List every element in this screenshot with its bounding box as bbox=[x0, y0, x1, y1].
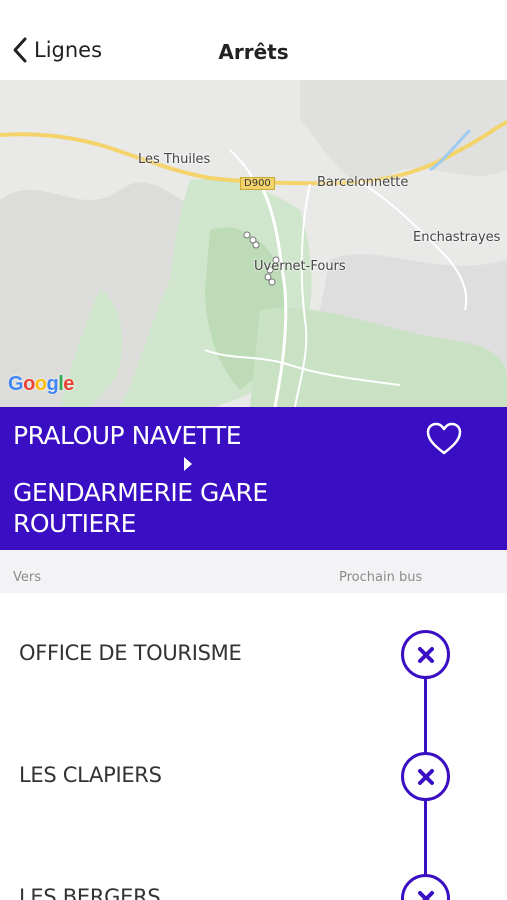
stop-marker bbox=[401, 630, 450, 679]
direction-arrow-icon bbox=[184, 457, 192, 471]
column-next-bus: Prochain bus bbox=[339, 570, 423, 585]
map-view[interactable]: Les Thuiles D900 Barcelonnette Enchastra… bbox=[0, 80, 507, 407]
map-label-uvernet-fours: Uvernet-Fours bbox=[254, 259, 346, 274]
stop-name: LES CLAPIERS bbox=[19, 763, 162, 787]
stop-name: OFFICE DE TOURISME bbox=[19, 641, 242, 665]
stops-list: OFFICE DE TOURISME LES CLAPIERS LES BERG… bbox=[0, 593, 507, 900]
road-badge: D900 bbox=[240, 177, 275, 190]
route-destination: GENDARMERIE GARE ROUTIERE bbox=[13, 478, 268, 538]
stop-name: LES BERGERS bbox=[19, 885, 161, 900]
stop-marker bbox=[401, 752, 450, 801]
close-icon bbox=[417, 646, 434, 663]
page-title: Arrêts bbox=[218, 40, 289, 64]
nav-bar: Lignes Arrêts bbox=[0, 0, 507, 80]
stop-marker bbox=[401, 874, 450, 900]
map-label-enchastrayes: Enchastrayes bbox=[413, 230, 501, 245]
route-banner: PRALOUP NAVETTE GENDARMERIE GARE ROUTIER… bbox=[0, 407, 507, 550]
close-icon bbox=[417, 768, 434, 785]
column-header: Vers Prochain bus bbox=[0, 550, 507, 593]
map-label-barcelonnette: Barcelonnette bbox=[317, 175, 409, 190]
column-vers: Vers bbox=[13, 570, 41, 585]
map-label-les-thuiles: Les Thuiles bbox=[138, 152, 211, 167]
route-origin: PRALOUP NAVETTE bbox=[13, 421, 242, 450]
close-icon bbox=[417, 890, 434, 900]
google-logo: Google bbox=[8, 373, 74, 395]
heart-outline-icon[interactable] bbox=[425, 421, 463, 457]
